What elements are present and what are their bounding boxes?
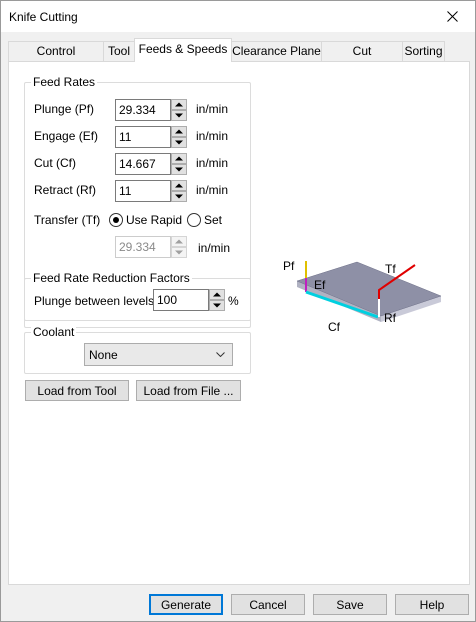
radio-circle [109, 213, 123, 227]
cut-down-button[interactable] [171, 164, 187, 175]
cut-spinner [115, 153, 189, 175]
title-bar: Knife Cutting [1, 1, 475, 32]
coolant-select[interactable]: None [84, 343, 233, 366]
save-button[interactable]: Save [313, 594, 387, 615]
coolant-value: None [89, 348, 118, 362]
pf-label: Pf [283, 259, 295, 273]
plunge-field[interactable] [115, 99, 171, 121]
generate-button[interactable]: Generate [149, 594, 223, 615]
plunge-levels-label: Plunge between levels [34, 294, 155, 308]
transfer-down-button[interactable] [171, 247, 187, 258]
transfer-spinner [115, 236, 189, 258]
cut-unit: in/min [196, 156, 229, 170]
arrow-up-icon [175, 156, 183, 161]
plunge-levels-spinner [153, 289, 227, 311]
arrow-down-icon [175, 140, 183, 145]
chevron-down-icon [216, 352, 225, 357]
arrow-up-icon [175, 102, 183, 107]
plunge-label: Plunge (Pf) [34, 102, 95, 116]
radio-selected-dot [113, 217, 119, 223]
percent-unit: % [228, 294, 239, 308]
use-rapid-radio[interactable]: Use Rapid [109, 213, 184, 229]
arrow-up-icon [213, 292, 221, 297]
rf-label: Rf [384, 311, 397, 325]
dialog-window: Knife Cutting Control Geometry Tool Feed… [0, 0, 476, 622]
arrow-down-icon [175, 167, 183, 172]
transfer-label: Transfer (Tf) [34, 213, 101, 227]
arrow-down-icon [175, 113, 183, 118]
reduction-title: Feed Rate Reduction Factors [31, 271, 192, 285]
radio-circle [187, 213, 201, 227]
arrow-up-icon [175, 183, 183, 188]
coolant-group: Coolant None [24, 325, 251, 374]
plunge-down-button[interactable] [171, 110, 187, 121]
feed-rates-title: Feed Rates [31, 75, 98, 89]
arrow-down-icon [213, 303, 221, 308]
set-label: Set [204, 213, 223, 227]
cut-label: Cut (Cf) [34, 156, 76, 170]
load-from-file-button[interactable]: Load from File ... [136, 380, 241, 401]
retract-up-button[interactable] [171, 180, 187, 191]
set-radio[interactable]: Set [187, 213, 227, 229]
tab-sorting[interactable]: Sorting [402, 41, 445, 61]
plunge-levels-up-button[interactable] [209, 289, 225, 300]
plunge-levels-field[interactable] [153, 289, 209, 311]
tab-control-geometry[interactable]: Control Geometry [8, 41, 104, 77]
engage-up-button[interactable] [171, 126, 187, 137]
plunge-levels-down-button[interactable] [209, 300, 225, 311]
tab-clearance-plane[interactable]: Clearance Plane [231, 41, 322, 61]
plunge-unit: in/min [196, 102, 229, 116]
cut-up-button[interactable] [171, 153, 187, 164]
close-button[interactable] [431, 1, 475, 32]
retract-spinner [115, 180, 189, 202]
arrow-down-icon [175, 194, 183, 199]
retract-field[interactable] [115, 180, 171, 202]
ef-label: Ef [314, 278, 326, 292]
tab-feeds-speeds[interactable]: Feeds & Speeds [134, 38, 232, 62]
retract-unit: in/min [196, 183, 229, 197]
transfer-up-button[interactable] [171, 236, 187, 247]
feed-rate-diagram: Pf Ef Tf Cf Rf [283, 259, 442, 334]
engage-down-button[interactable] [171, 137, 187, 148]
engage-label: Engage (Ef) [34, 129, 99, 143]
tab-strip: Control Geometry Tool Feeds & Speeds Cle… [8, 38, 468, 77]
feeds-speeds-panel: Feed Rates Plunge (Pf) in/min Engage (Ef… [8, 61, 470, 585]
plunge-spinner [115, 99, 189, 121]
reduction-group: Feed Rate Reduction Factors Plunge betwe… [24, 271, 251, 321]
use-rapid-label: Use Rapid [126, 213, 183, 227]
transfer-unit: in/min [198, 241, 231, 255]
tab-cut-parameters[interactable]: Cut Parameters [321, 41, 403, 77]
cut-field[interactable] [115, 153, 171, 175]
arrow-up-icon [175, 239, 183, 244]
engage-spinner [115, 126, 189, 148]
retract-label: Retract (Rf) [34, 183, 97, 197]
transfer-field[interactable] [115, 236, 171, 258]
coolant-title: Coolant [31, 325, 77, 339]
close-icon [447, 11, 458, 22]
window-title: Knife Cutting [9, 10, 78, 24]
tab-tool[interactable]: Tool [103, 41, 135, 61]
tf-label: Tf [385, 262, 396, 276]
retract-down-button[interactable] [171, 191, 187, 202]
load-from-tool-button[interactable]: Load from Tool [25, 380, 129, 401]
engage-field[interactable] [115, 126, 171, 148]
help-button[interactable]: Help [395, 594, 469, 615]
plunge-up-button[interactable] [171, 99, 187, 110]
arrow-down-icon [175, 250, 183, 255]
cf-label: Cf [328, 320, 341, 334]
cancel-button[interactable]: Cancel [231, 594, 305, 615]
engage-unit: in/min [196, 129, 229, 143]
arrow-up-icon [175, 129, 183, 134]
